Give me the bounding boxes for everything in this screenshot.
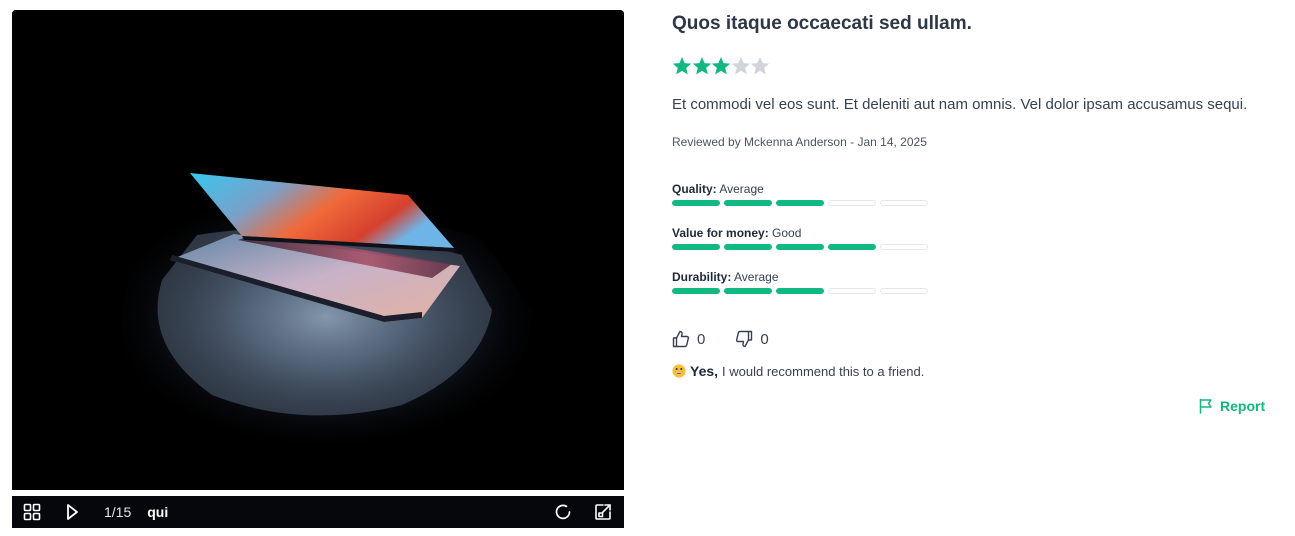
metric-segment-filled <box>724 200 772 206</box>
photo-viewer: 1/15 qui <box>12 10 624 528</box>
report-label: Report <box>1220 398 1266 414</box>
meta-separator: - <box>850 135 855 149</box>
review-meta: Reviewed by Mckenna Anderson - Jan 14, 2… <box>672 135 927 149</box>
expand-icon[interactable] <box>593 502 613 522</box>
metric-bar <box>672 288 932 294</box>
recommend-text: I would recommend this to a friend. <box>722 363 925 379</box>
thumbs-up-icon <box>672 330 690 348</box>
metric-name: Quality: <box>672 182 717 196</box>
thumbs-up-button[interactable]: 0 <box>672 330 705 348</box>
star-empty-icon <box>731 57 750 75</box>
metric-durability: Durability: Average <box>672 270 932 294</box>
metric-segment-empty <box>880 288 928 294</box>
metric-segment-filled <box>672 288 720 294</box>
metric-segment-empty <box>880 244 928 250</box>
thumbs-down-button[interactable]: 0 <box>735 330 769 348</box>
review-body: Et commodi vel eos sunt. Et deleniti aut… <box>672 96 1248 113</box>
metric-segment-empty <box>880 200 928 206</box>
report-button[interactable]: Report <box>1198 398 1265 414</box>
zoom-icon[interactable] <box>553 502 573 522</box>
metric-segment-filled <box>776 200 824 206</box>
metric-segment-filled <box>828 244 876 250</box>
metric-name: Value for money: <box>672 226 769 240</box>
metric-label: Durability: Average <box>672 270 932 284</box>
play-icon[interactable] <box>62 502 82 522</box>
star-filled-icon <box>711 57 731 75</box>
viewer-toolbar: 1/15 qui <box>12 496 624 528</box>
helpfulness-votes: 0 0 <box>672 330 769 348</box>
metric-label: Quality: Average <box>672 182 932 196</box>
recommend-yes: Yes, <box>690 363 719 379</box>
metric-segment-filled <box>724 288 772 294</box>
metric-bar <box>672 200 932 206</box>
recommendation: Yes, I would recommend this to a friend. <box>672 363 924 379</box>
image-counter: 1/15 <box>104 504 132 520</box>
unhelpful-count: 0 <box>760 330 769 348</box>
review-date: Jan 14, 2025 <box>857 135 927 149</box>
metric-segment-filled <box>776 288 824 294</box>
review-photo[interactable] <box>12 10 624 490</box>
metric-quality: Quality: Average <box>672 182 932 206</box>
metric-bar <box>672 244 932 250</box>
metric-segment-filled <box>672 200 720 206</box>
flag-icon <box>1199 398 1212 414</box>
grinning-face-icon <box>672 364 686 378</box>
metric-value: Average <box>734 270 779 284</box>
metric-segment-filled <box>724 244 772 250</box>
metric-segment-filled <box>672 244 720 250</box>
reviewer-name: Mckenna Anderson <box>744 135 847 149</box>
metric-value: Good <box>772 226 802 240</box>
star-filled-icon <box>692 57 711 75</box>
metric-segment-empty <box>828 200 876 206</box>
review-title: Quos itaque occaecati sed ullam. <box>672 13 972 34</box>
metric-label: Value for money: Good <box>672 226 932 240</box>
metric-value-for-money: Value for money: Good <box>672 226 932 250</box>
reviewed-by-prefix: Reviewed by <box>672 135 741 149</box>
image-caption: qui <box>147 504 169 520</box>
metric-value: Average <box>719 182 764 196</box>
star-rating <box>672 56 770 76</box>
metric-segment-empty <box>828 288 876 294</box>
helpful-count: 0 <box>697 330 706 348</box>
thumbs-down-icon <box>736 330 753 348</box>
metric-segment-filled <box>776 244 824 250</box>
laptop-image <box>12 10 624 490</box>
star-filled-icon <box>672 57 692 75</box>
metric-name: Durability: <box>672 270 732 284</box>
star-empty-icon <box>750 57 770 75</box>
grid-icon[interactable] <box>22 502 42 522</box>
